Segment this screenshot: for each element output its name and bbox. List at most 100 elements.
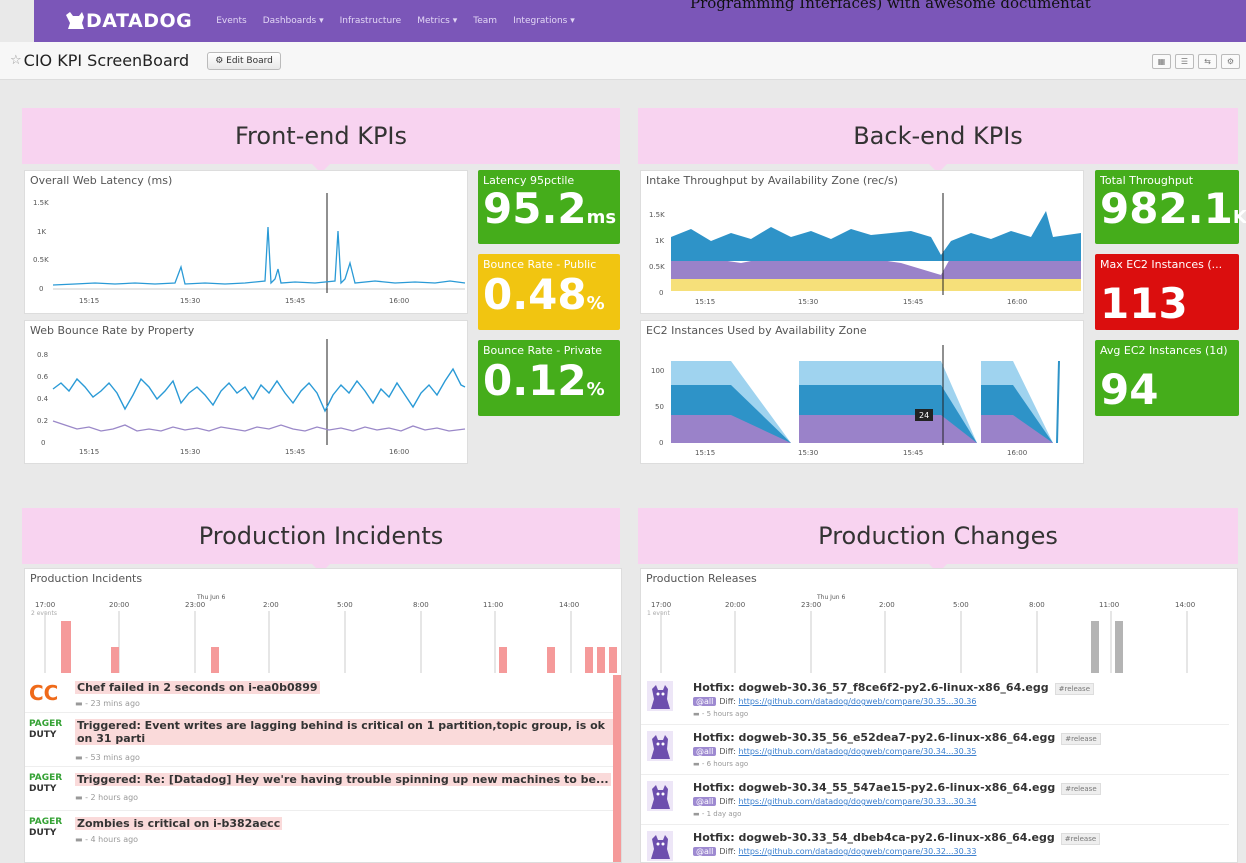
nav-events[interactable]: Events [216, 16, 246, 26]
release-time: ▬ - 5 hours ago [693, 710, 749, 718]
ec2-instances-chart[interactable]: EC2 Instances Used by Availability Zone … [640, 320, 1084, 464]
pagerduty-icon: PAGER DUTY [29, 773, 62, 795]
timeline-tick: 11:00 [483, 601, 503, 609]
kpi-total-throughput[interactable]: Total Throughput 982.1K [1095, 170, 1246, 244]
incident-time: ▬ - 2 hours ago [75, 793, 139, 802]
changes-timeline: 17:00 20:00 23:00 2:00 5:00 8:00 11:00 1… [647, 594, 1195, 673]
incident-item[interactable]: PAGER DUTY Triggered: Event writes are la… [25, 713, 613, 767]
board-header: ☆ CIO KPI ScreenBoard ⚙ Edit Board ▦ ☰ ⇆… [0, 42, 1246, 80]
changes-stream: Production Releases 17:00 20:00 23:00 2:… [640, 568, 1238, 863]
kpi-avg-ec2[interactable]: Avg EC2 Instances (1d) 94 [1095, 340, 1239, 416]
x-tick: 15:45 [285, 297, 305, 305]
x-tick: 15:45 [903, 298, 923, 306]
incident-time: ▬ - 23 mins ago [75, 699, 140, 708]
incident-title[interactable]: Triggered: Re: [Datadog] Hey we're havin… [75, 773, 611, 786]
kpi-value: 113 [1100, 279, 1188, 328]
release-title[interactable]: Hotfix: dogweb-30.33_54_dbeb4ca-py2.6-li… [693, 831, 1101, 845]
y-tick: 0.5K [33, 256, 49, 264]
incident-title[interactable]: Chef failed in 2 seconds on i-ea0b0899 [75, 681, 320, 694]
timeline-tick: 23:00 [185, 601, 205, 609]
chart-title: EC2 Instances Used by Availability Zone [646, 324, 867, 337]
release-item[interactable]: Hotfix: dogweb-30.35_56_e52dea7-py2.6-li… [641, 725, 1229, 775]
x-tick: 15:15 [695, 449, 715, 457]
timeline-tick: 14:00 [559, 601, 579, 609]
pd-top: PAGER [29, 817, 63, 827]
y-tick: 0 [41, 439, 45, 447]
release-title[interactable]: Hotfix: dogweb-30.34_55_547ae15-py2.6-li… [693, 781, 1101, 795]
incident-item[interactable]: CC Chef failed in 2 seconds on i-ea0b089… [25, 675, 613, 713]
release-title[interactable]: Hotfix: dogweb-30.35_56_e52dea7-py2.6-li… [693, 731, 1101, 745]
incident-title[interactable]: Triggered: Event writes are lagging behi… [75, 719, 613, 745]
y-tick: 1.5K [33, 199, 49, 207]
release-tag[interactable]: #release [1054, 683, 1094, 695]
release-title[interactable]: Hotfix: dogweb-30.36_57_f8ce6f2-py2.6-li… [693, 681, 1094, 695]
release-item[interactable]: Hotfix: dogweb-30.36_57_f8ce6f2-py2.6-li… [641, 675, 1229, 725]
incident-item[interactable]: PAGER DUTY Zombies is critical on i-b382a… [25, 811, 613, 862]
x-tick: 15:30 [180, 448, 200, 456]
nav-dashboards[interactable]: Dashboards ▾ [263, 16, 324, 26]
edit-board-button[interactable]: ⚙ Edit Board [207, 51, 281, 70]
release-diff: @all Diff: https://github.com/datadog/dog… [693, 847, 976, 856]
kpi-value: 94 [1100, 365, 1159, 414]
kpi-number: 95.2 [483, 184, 587, 233]
nav-infrastructure[interactable]: Infrastructure [340, 16, 402, 26]
datadog-logo[interactable]: DATADOG [64, 10, 192, 32]
diff-link[interactable]: https://github.com/datadog/dogweb/compar… [739, 847, 977, 856]
list-icon[interactable]: ☰ [1175, 54, 1194, 69]
bounce-rate-chart[interactable]: Web Bounce Rate by Property 0.8 0.6 0.4 … [24, 320, 468, 464]
nav-metrics[interactable]: Metrics ▾ [417, 16, 457, 26]
bounce-public-series [52, 367, 466, 413]
release-diff: @all Diff: https://github.com/datadog/dog… [693, 747, 976, 756]
kpi-max-ec2[interactable]: Max EC2 Instances (... 113 [1095, 254, 1239, 330]
diff-link[interactable]: https://github.com/datadog/dogweb/compar… [739, 697, 977, 706]
nav-integrations[interactable]: Integrations ▾ [513, 16, 575, 26]
pd-top: PAGER [29, 719, 63, 729]
board-actions: ▦ ☰ ⇆ ⚙ [1152, 54, 1240, 69]
kpi-latency[interactable]: Latency 95pctile 95.2ms [478, 170, 620, 244]
timeline-tick: 23:00 [801, 601, 821, 609]
incidents-scrollbar[interactable] [613, 675, 621, 862]
board-title: CIO KPI ScreenBoard [23, 51, 190, 70]
grid-icon[interactable]: ▦ [1152, 54, 1171, 69]
kpi-bounce-public[interactable]: Bounce Rate - Public 0.48% [478, 254, 620, 330]
y-tick: 0.8 [37, 351, 48, 359]
x-tick: 16:00 [1007, 298, 1027, 306]
web-latency-chart[interactable]: Overall Web Latency (ms) 1.5K 1K 0.5K 0 … [24, 170, 468, 314]
star-icon[interactable]: ☆ [10, 53, 22, 68]
x-tick: 16:00 [389, 448, 409, 456]
timeline-tick: 5:00 [953, 601, 969, 609]
share-icon[interactable]: ⇆ [1198, 54, 1217, 69]
kpi-value: 0.12% [483, 357, 605, 414]
release-item[interactable]: Hotfix: dogweb-30.34_55_547ae15-py2.6-li… [641, 775, 1229, 825]
diff-link[interactable]: https://github.com/datadog/dogweb/compar… [739, 747, 977, 756]
main-nav: Events Dashboards ▾ Infrastructure Metri… [216, 16, 575, 26]
diff-link[interactable]: https://github.com/datadog/dogweb/compar… [739, 797, 977, 806]
release-tag[interactable]: #release [1061, 783, 1101, 795]
incident-item[interactable]: PAGER DUTY Triggered: Re: [Datadog] Hey w… [25, 767, 613, 811]
incidents-timeline: 17:00 20:00 23:00 2:00 5:00 8:00 11:00 1… [31, 594, 617, 673]
y-tick: 1K [655, 237, 664, 245]
release-tag[interactable]: #release [1060, 833, 1101, 845]
y-tick: 100 [651, 367, 664, 375]
timeline-event-count: 2 events [31, 610, 57, 617]
x-tick: 15:45 [285, 448, 305, 456]
timeline-tick: 20:00 [725, 601, 745, 609]
y-tick: 0 [39, 285, 43, 293]
incident-time: ▬ - 4 hours ago [75, 835, 139, 844]
kpi-bounce-private[interactable]: Bounce Rate - Private 0.12% [478, 340, 620, 416]
intake-throughput-chart[interactable]: Intake Throughput by Availability Zone (… [640, 170, 1084, 314]
latency-series [52, 226, 466, 286]
ec2-plot: 100 50 0 15:15 15:30 15:45 16:00 24 [651, 345, 1060, 457]
kpi-number: 0.12 [483, 356, 587, 405]
dog-avatar-icon [647, 731, 673, 761]
incident-title[interactable]: Zombies is critical on i-b382aecc [75, 817, 283, 830]
timeline-tick: 8:00 [1029, 601, 1045, 609]
release-tag[interactable]: #release [1061, 733, 1101, 745]
timeline-tick: 2:00 [879, 601, 895, 609]
release-name: Hotfix: dogweb-30.35_56_e52dea7-py2.6-li… [693, 731, 1056, 744]
release-item[interactable]: Hotfix: dogweb-30.33_54_dbeb4ca-py2.6-li… [641, 825, 1229, 862]
settings-icon[interactable]: ⚙ [1221, 54, 1240, 69]
release-diff: @all Diff: https://github.com/datadog/dog… [693, 797, 976, 806]
x-tick: 16:00 [389, 297, 409, 305]
nav-team[interactable]: Team [473, 16, 497, 26]
